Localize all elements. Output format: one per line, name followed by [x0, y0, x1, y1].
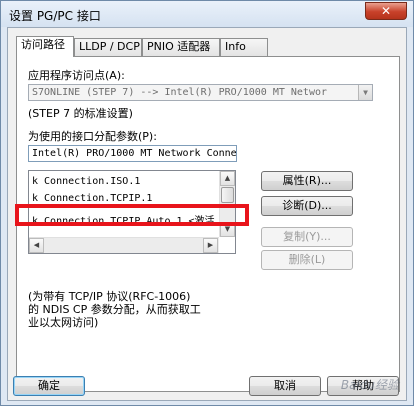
scroll-left-icon[interactable]: ◀: [29, 238, 44, 253]
tab-info[interactable]: Info: [220, 38, 268, 56]
properties-button[interactable]: 属性(R)...: [261, 171, 353, 191]
access-point-note: (STEP 7 的标准设置): [28, 107, 133, 120]
window-title: 设置 PG/PC 接口: [9, 9, 101, 23]
tab-panel: 应用程序访问点(A): S7ONLINE (STEP 7) --> Intel(…: [15, 56, 400, 392]
description-text: (为带有 TCP/IP 协议(RFC-1006) 的 NDIS CP 参数分配，…: [28, 290, 201, 329]
scroll-right-icon[interactable]: ▶: [203, 238, 218, 253]
copy-button[interactable]: 复制(Y)...: [261, 227, 353, 247]
highlight-box: [15, 204, 249, 226]
list-item[interactable]: k Connection.TCPIP.1: [32, 193, 152, 204]
ok-button[interactable]: 确定: [13, 376, 85, 396]
delete-button[interactable]: 删除(L): [261, 250, 353, 270]
horizontal-scrollbar[interactable]: ◀ ▶: [29, 237, 219, 253]
access-point-select[interactable]: S7ONLINE (STEP 7) --> Intel(R) PRO/1000 …: [28, 84, 373, 101]
scroll-up-icon[interactable]: ▲: [220, 171, 235, 186]
title-bar[interactable]: 设置 PG/PC 接口 ✕: [1, 1, 413, 27]
dialog-window: 设置 PG/PC 接口 ✕ 访问路径 LLDP / DCP PNIO 适配器 I…: [0, 0, 414, 406]
dialog-client-area: 访问路径 LLDP / DCP PNIO 适配器 Info 应用程序访问点(A)…: [7, 27, 407, 401]
watermark-logo: Baidu经验: [340, 378, 399, 392]
diagnostics-button[interactable]: 诊断(D)...: [261, 196, 353, 216]
tab-lldp-dcp[interactable]: LLDP / DCP: [74, 38, 142, 56]
tab-access-path[interactable]: 访问路径: [16, 36, 74, 57]
interface-params-label: 为使用的接口分配参数(P):: [28, 130, 157, 143]
interface-params-field[interactable]: Intel(R) PRO/1000 MT Network Conne: [28, 145, 237, 162]
scroll-thumb[interactable]: [221, 187, 234, 203]
tab-pnio-adapter[interactable]: PNIO 适配器: [142, 38, 220, 56]
list-item[interactable]: k Connection.ISO.1: [32, 176, 140, 187]
access-point-label: 应用程序访问点(A):: [28, 69, 125, 82]
access-point-value: S7ONLINE (STEP 7) --> Intel(R) PRO/1000 …: [32, 87, 328, 98]
close-button[interactable]: ✕: [365, 2, 407, 20]
chevron-down-icon[interactable]: ▼: [358, 85, 372, 100]
cancel-button[interactable]: 取消: [249, 376, 321, 396]
